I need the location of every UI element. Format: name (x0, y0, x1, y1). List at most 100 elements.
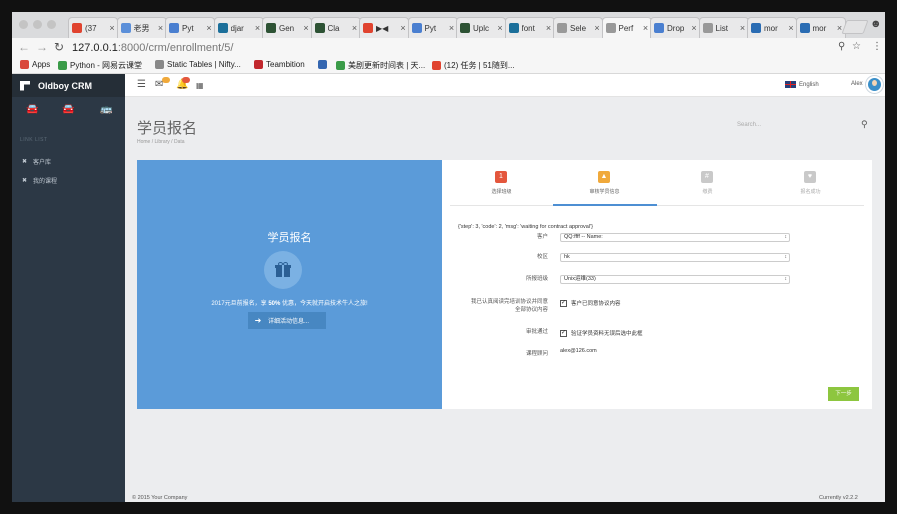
main-content: ☰ ✉ 🔔 ▦ English Alex 学员报名 Home / Library… (125, 74, 885, 502)
car-icon[interactable]: 🚘 (26, 104, 38, 115)
activity-details-button[interactable]: ➜ 详细活动信息... (248, 312, 326, 329)
bus-icon[interactable]: 🚌 (100, 104, 112, 115)
tab-strip: (37 × 老男 × Pyt × djar × Gen × Cla × ▶◀ × Pyt × Uplc × font… (12, 12, 885, 38)
promo-text-before: 2017元旦前报名，享 (211, 301, 269, 307)
browser-tab[interactable]: Gen × (262, 17, 312, 38)
browser-tab[interactable]: List × (698, 17, 749, 38)
sidebar-item-my-courses[interactable]: ✖ 我的课程 (22, 176, 57, 185)
browser-tab[interactable]: Perf × (601, 17, 652, 38)
messages-badge (162, 77, 170, 83)
bookmark-tv-schedule[interactable]: 美剧更新时间表 | 天... (336, 60, 425, 71)
browser-tab[interactable]: mor × (795, 17, 846, 38)
close-tab-icon[interactable]: × (398, 23, 408, 33)
forward-icon[interactable]: → (36, 40, 48, 54)
step-review-info[interactable]: ▲ 审核学员信息 (553, 166, 656, 206)
top-navbar: ☰ ✉ 🔔 ▦ English Alex (125, 74, 885, 97)
close-tab-icon[interactable]: × (447, 23, 457, 33)
user-name[interactable]: Alex (851, 81, 863, 87)
close-tab-icon[interactable]: × (592, 23, 602, 33)
browser-tab[interactable]: djar × (213, 17, 264, 38)
browser-tab[interactable]: Uplc × (456, 17, 506, 38)
zoom-icon[interactable]: ⚲ (838, 41, 845, 52)
browser-tab[interactable]: Drop × (650, 17, 700, 38)
browser-tab[interactable]: mor × (747, 17, 797, 38)
browser-tab[interactable]: Pyt × (407, 17, 458, 38)
step-label: 报名成功 (800, 189, 821, 195)
back-icon[interactable]: ← (18, 40, 30, 54)
step-success[interactable]: ♥ 报名成功 (759, 166, 862, 206)
bookmark-star-icon[interactable]: ☆ (852, 41, 861, 52)
close-window-button[interactable] (19, 20, 28, 29)
close-tab-icon[interactable]: × (350, 23, 360, 33)
school-select[interactable]: hk ↕ (560, 253, 790, 262)
enrollment-card: 学员报名 2017元旦前报名，享 50% 优惠，今天就开启技术牛人之旅! ➜ 详细… (137, 160, 872, 409)
language-selector[interactable]: English (785, 81, 819, 88)
tab-title: Pyt (182, 23, 194, 33)
search-icon[interactable]: ⚲ (861, 119, 868, 130)
favicon-icon (314, 23, 325, 33)
sidebar-item-customers[interactable]: ✖ 客户库 (22, 157, 51, 166)
bookmark-python-course[interactable]: Python - 网易云课堂 (58, 60, 142, 71)
review-checkbox[interactable]: ✓ 验证学员资料无误后选中此框 (560, 329, 643, 337)
bookmark-static-tables[interactable]: Static Tables | Nifty... (155, 60, 241, 69)
close-tab-icon[interactable]: × (156, 23, 166, 33)
bookmark-unlabeled[interactable] (318, 60, 330, 69)
customer-select[interactable]: QQ:ffff -- Name: ↕ (560, 233, 790, 242)
close-tab-icon[interactable]: × (495, 23, 505, 33)
browser-tab[interactable]: 老男 × (116, 17, 167, 38)
step-select-class[interactable]: 1 选择班级 (450, 166, 553, 206)
avatar[interactable] (866, 76, 883, 93)
car-icon[interactable]: 🚘 (62, 104, 74, 115)
hamburger-menu-icon[interactable]: ☰ (137, 79, 146, 90)
tab-title: Sele (570, 23, 587, 33)
close-tab-icon[interactable]: × (786, 23, 796, 33)
agreement-checkbox[interactable]: ✓ 客户已同意协议内容 (560, 299, 621, 307)
close-tab-icon[interactable]: × (107, 23, 117, 33)
apps-grid-icon[interactable]: ▦ (196, 81, 204, 90)
favicon-icon (799, 23, 810, 33)
bookmark-label: Apps (32, 60, 51, 69)
browser-window: (37 × 老男 × Pyt × djar × Gen × Cla × ▶◀ × Pyt × Uplc × font… (12, 12, 885, 502)
minimize-window-button[interactable] (33, 20, 42, 29)
browser-tab[interactable]: Pyt × (165, 17, 215, 38)
favicon-icon (72, 23, 82, 33)
bookmark-apps[interactable]: Apps (20, 60, 50, 69)
favicon-icon (508, 23, 519, 33)
consultant-value: alex@126.com (560, 348, 597, 354)
agreement-row: 我已认真阅读完培训协议并同意 全部协议内容 ✓ 客户已同意协议内容 (450, 298, 864, 316)
close-tab-icon[interactable]: × (253, 23, 263, 33)
step-payment[interactable]: # 缴费 (656, 166, 759, 206)
browser-tab[interactable]: ▶◀ × (359, 17, 409, 38)
browser-tab[interactable]: (37 × (68, 17, 118, 38)
agreement-check-label: 客户已同意协议内容 (571, 301, 621, 307)
close-tab-icon[interactable]: × (301, 23, 311, 33)
maximize-window-button[interactable] (47, 20, 56, 29)
address-bar[interactable]: 127.0.0.1:8000/crm/enrollment/5/ (72, 40, 847, 56)
brand[interactable]: Oldboy CRM (12, 74, 125, 97)
browser-tab[interactable]: Cla × (310, 17, 361, 38)
close-tab-icon[interactable]: × (544, 23, 554, 33)
browser-tab[interactable]: Sele × (553, 17, 603, 38)
menu-icon[interactable]: ⋮ (872, 41, 882, 52)
bookmark-tasks[interactable]: (12) 任务 | 51随到... (432, 60, 515, 71)
language-label: English (799, 81, 819, 88)
profile-icon[interactable]: ☻ (870, 18, 882, 30)
next-button[interactable]: 下一步 (828, 387, 859, 401)
close-tab-icon[interactable]: × (689, 23, 699, 33)
search-input[interactable]: Search... (737, 122, 761, 128)
new-tab-button[interactable] (841, 20, 869, 34)
sidebar: Oldboy CRM 🚘 🚘 🚌 LINK LIST ✖ 客户库 ✖ 我的课程 (12, 74, 125, 502)
browser-tab[interactable]: font × (504, 17, 555, 38)
close-tab-icon[interactable]: × (738, 23, 748, 33)
reload-icon[interactable]: ↻ (54, 40, 64, 54)
bookmark-teambition[interactable]: Teambition (254, 60, 305, 69)
favicon-icon (411, 23, 422, 33)
class-select[interactable]: Unix运维(33) ↕ (560, 275, 790, 284)
select-caret-icon: ↕ (784, 276, 788, 282)
class-value: Unix运维(33) (564, 276, 596, 282)
close-tab-icon[interactable]: × (204, 23, 214, 33)
school-label: 校区 (536, 254, 548, 260)
bookmarks-bar: Apps Python - 网易云课堂 Static Tables | Nift… (12, 58, 885, 74)
tab-title: 老男 (133, 23, 150, 33)
close-tab-icon[interactable]: × (641, 23, 651, 33)
